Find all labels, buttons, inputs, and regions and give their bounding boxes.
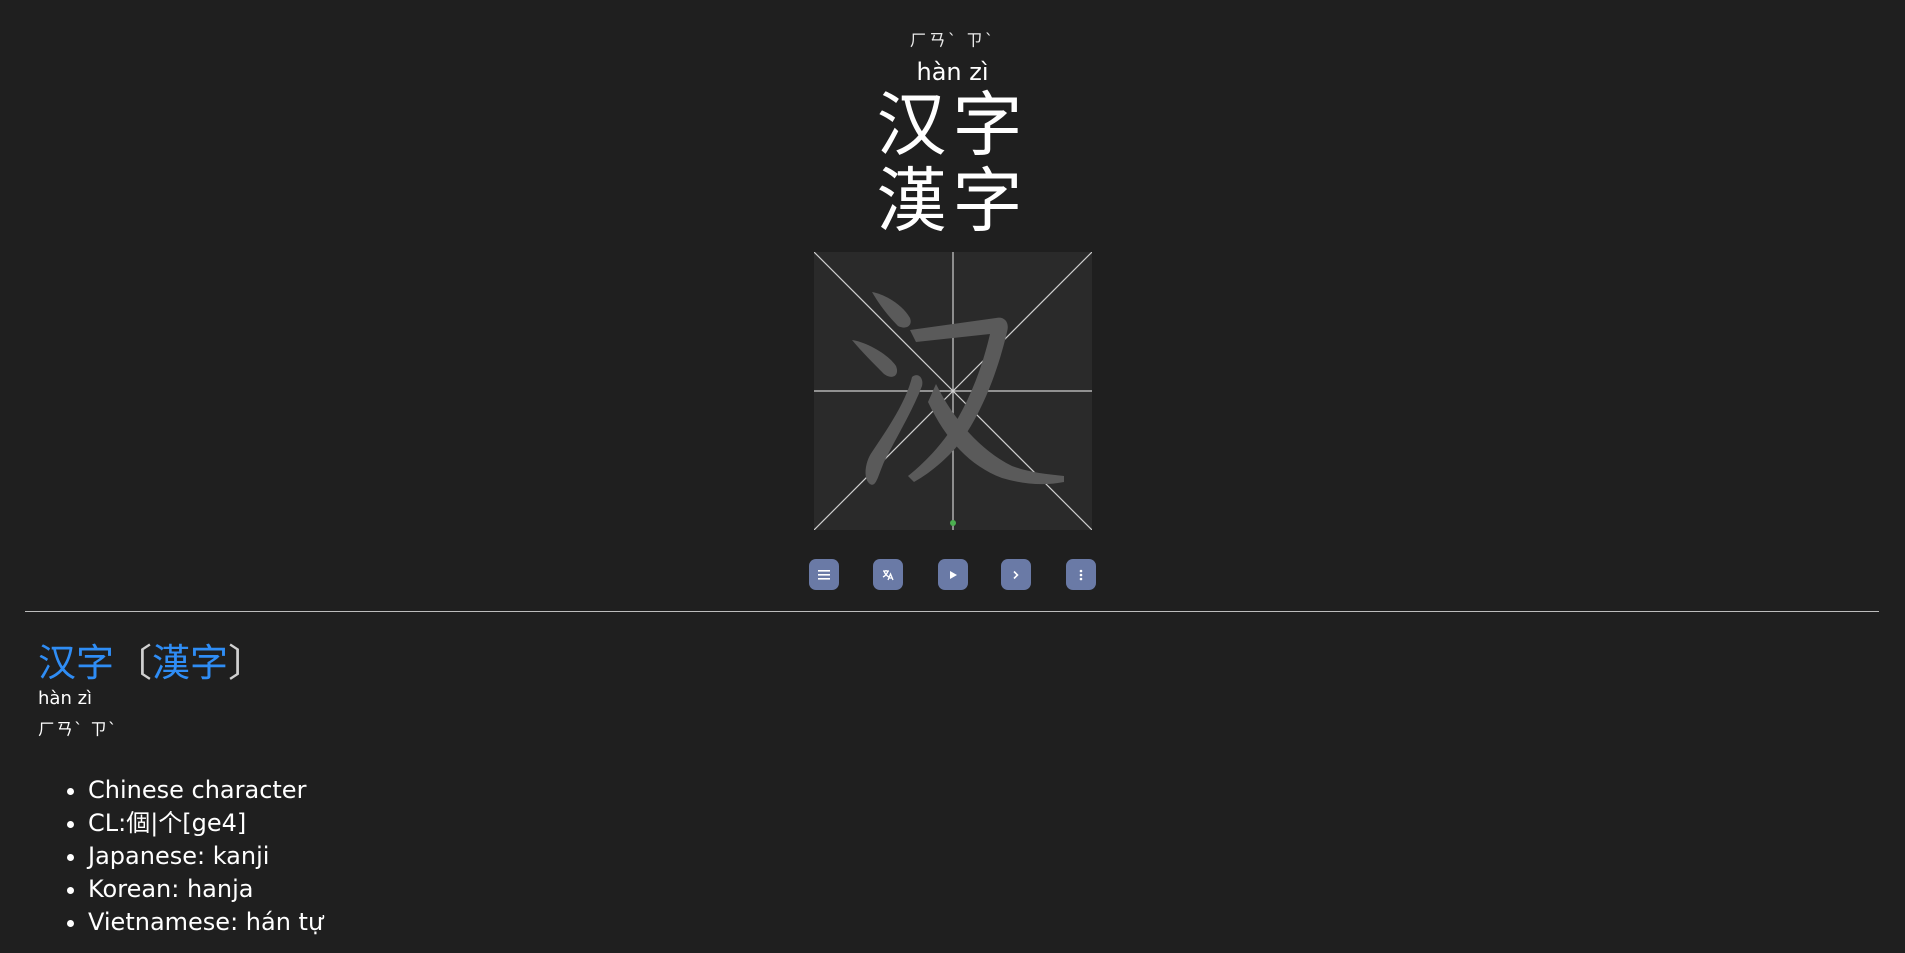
definition-item: Vietnamese: hán tự bbox=[88, 906, 323, 939]
section-divider bbox=[25, 611, 1879, 612]
menu-button[interactable] bbox=[809, 559, 839, 590]
header-simplified: 汉字 bbox=[876, 84, 1029, 166]
entry-zhuyin: ㄏㄢˋ ㄗˋ bbox=[38, 720, 118, 740]
bracket-open: 〔 bbox=[114, 641, 153, 685]
switch-script-button[interactable] bbox=[873, 559, 903, 590]
next-button[interactable] bbox=[1001, 559, 1031, 590]
entry-traditional-link[interactable]: 漢字 bbox=[152, 641, 228, 685]
entry-simplified-link[interactable]: 汉字 bbox=[38, 641, 114, 685]
dictionary-page: ㄏㄢˋ ㄗˋ hàn zì 汉字 漢字 汉字〔漢字〕 hàn zì ㄏㄢˋ ㄗˋ… bbox=[0, 0, 1905, 953]
translate-icon bbox=[882, 569, 894, 580]
stroke-grid bbox=[814, 252, 1092, 530]
play-button[interactable] bbox=[938, 559, 968, 590]
definition-item: Chinese character bbox=[88, 774, 323, 807]
header-traditional: 漢字 bbox=[876, 160, 1029, 242]
header-pinyin: hàn zì bbox=[916, 58, 989, 86]
play-icon bbox=[950, 570, 957, 579]
character-ghost-strokes bbox=[852, 292, 1064, 485]
stroke-order-board[interactable] bbox=[814, 252, 1092, 530]
menu-icon bbox=[818, 569, 830, 580]
bracket-close: 〕 bbox=[228, 641, 267, 685]
definition-item: CL:個|个[ge4] bbox=[88, 807, 323, 840]
definition-item: Japanese: kanji bbox=[88, 840, 323, 873]
stroke-dot-2 bbox=[852, 340, 898, 377]
chevron-right-icon bbox=[1013, 570, 1019, 579]
more-button[interactable] bbox=[1066, 559, 1096, 590]
animation-controls bbox=[0, 559, 1905, 590]
stroke-start-dot bbox=[950, 520, 956, 526]
entry-pinyin: hàn zì bbox=[38, 688, 93, 709]
entry-title: 汉字〔漢字〕 bbox=[38, 640, 266, 686]
dictionary-entry: 汉字〔漢字〕 hàn zì ㄏㄢˋ ㄗˋ bbox=[38, 640, 266, 740]
stroke-dot-1 bbox=[872, 292, 911, 328]
definition-list: Chinese character CL:個|个[ge4] Japanese: … bbox=[58, 774, 323, 939]
more-vertical-icon bbox=[1079, 569, 1083, 580]
header-zhuyin: ㄏㄢˋ ㄗˋ bbox=[909, 31, 996, 51]
definition-item: Korean: hanja bbox=[88, 873, 323, 906]
